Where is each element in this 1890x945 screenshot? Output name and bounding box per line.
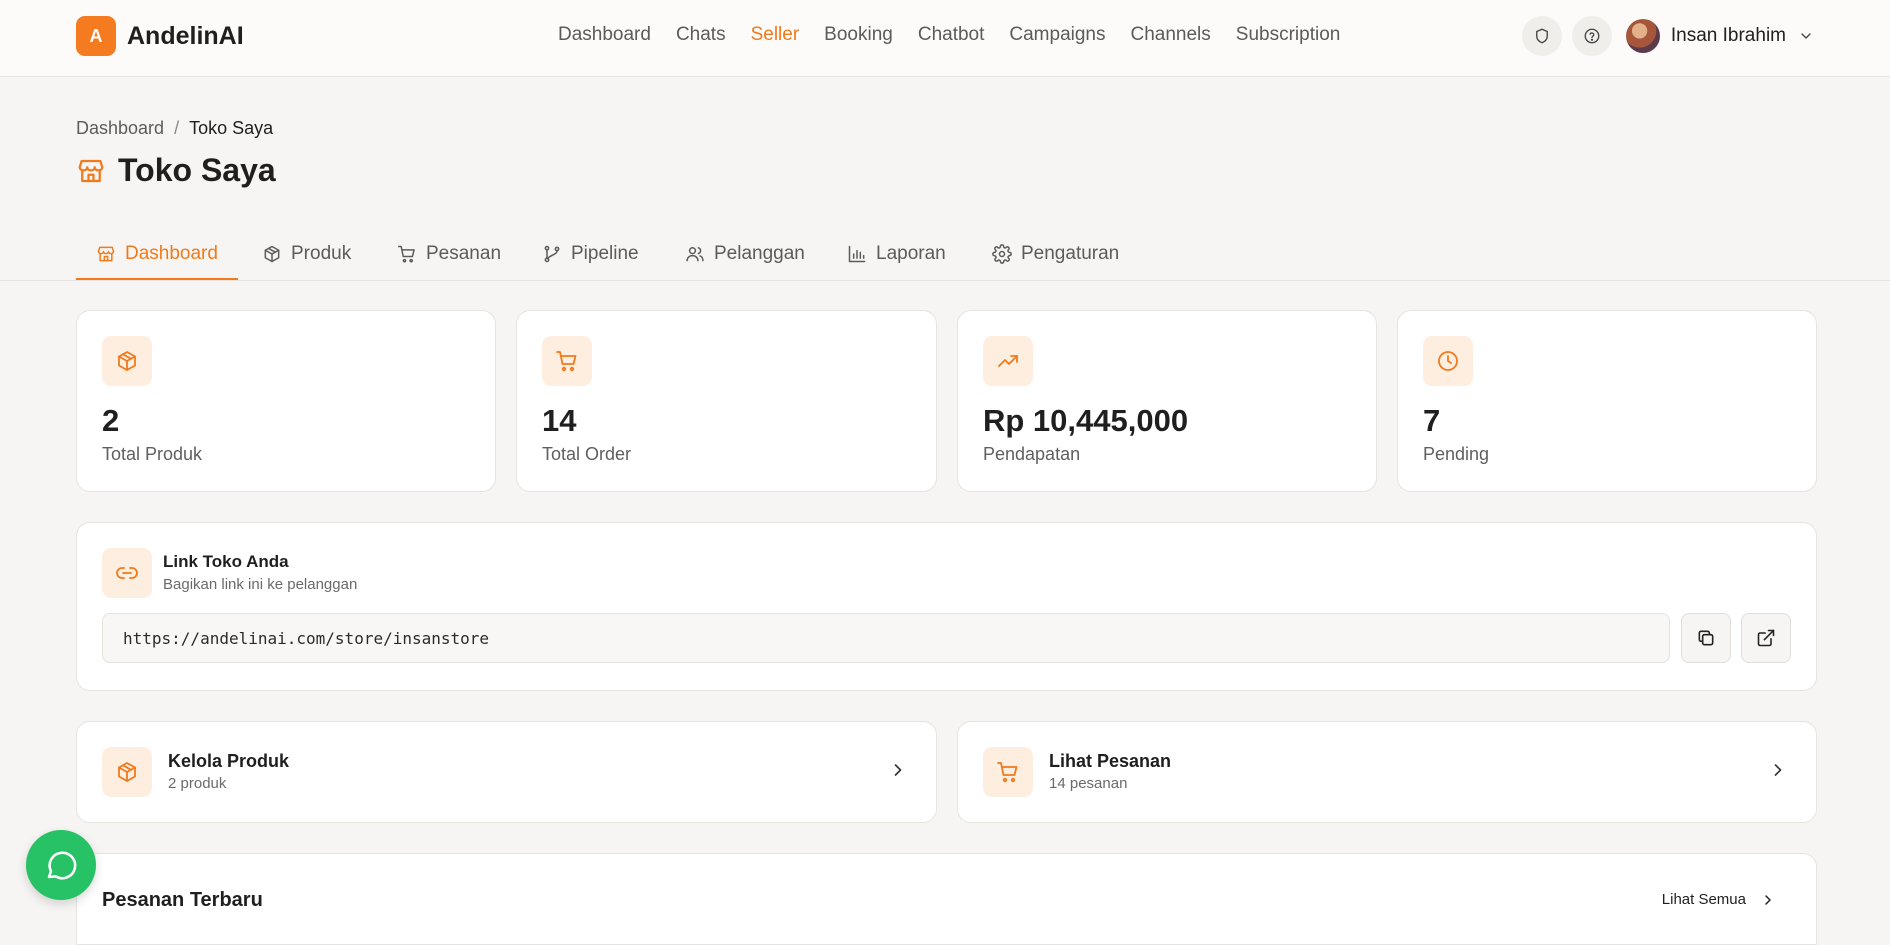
breadcrumb-current: Toko Saya <box>189 118 274 138</box>
stat-value: 7 <box>1423 403 1441 438</box>
tab-produk[interactable]: Produk <box>242 230 371 278</box>
view-all-link[interactable]: Lihat Semua <box>1662 891 1776 908</box>
store-url-field[interactable]: https://andelinai.com/store/insanstore <box>102 613 1670 663</box>
nav-booking[interactable]: Booking <box>824 24 893 46</box>
stat-card-total-produk: 2 Total Produk <box>76 310 496 492</box>
stat-label: Total Order <box>542 444 632 464</box>
top-navbar: A AndelinAI Dashboard Chats Seller Booki… <box>0 0 1890 77</box>
store-icon <box>97 246 115 262</box>
nav-seller[interactable]: Seller <box>751 24 800 46</box>
tab-pipeline[interactable]: Pipeline <box>522 230 659 278</box>
recent-orders-card: Pesanan Terbaru Lihat Semua <box>76 853 1817 945</box>
copy-link-button[interactable] <box>1681 613 1731 663</box>
tab-pelanggan[interactable]: Pelanggan <box>665 230 825 278</box>
git-branch-icon <box>544 245 560 263</box>
seller-tabs: Dashboard Produk Pesanan Pipeline Pelang… <box>0 230 1890 281</box>
chevron-down-icon[interactable] <box>1798 28 1814 44</box>
action-subtitle: 2 produk <box>168 775 227 792</box>
nav-campaigns[interactable]: Campaigns <box>1009 24 1105 46</box>
action-title: Lihat Pesanan <box>1049 751 1172 771</box>
breadcrumb-parent[interactable]: Dashboard <box>76 118 164 138</box>
stat-label: Total Produk <box>102 444 203 464</box>
shield-button[interactable] <box>1521 16 1562 56</box>
stat-label: Pendapatan <box>983 444 1081 464</box>
view-orders-card[interactable]: Lihat Pesanan 14 pesanan <box>957 721 1817 823</box>
stat-card-total-order: 14 Total Order <box>516 310 937 492</box>
action-icon-tile <box>102 747 152 797</box>
nav-channels[interactable]: Channels <box>1131 24 1211 46</box>
shield-icon <box>1535 28 1548 44</box>
chevron-right-icon <box>888 760 908 780</box>
chat-bubble-icon <box>47 851 77 880</box>
chevron-right-icon <box>1765 894 1771 905</box>
action-icon-tile <box>983 747 1033 797</box>
nav-chats[interactable]: Chats <box>676 24 726 46</box>
tab-label: Laporan <box>876 243 946 264</box>
app-logo[interactable]: A AndelinAI <box>76 16 244 56</box>
help-button[interactable] <box>1571 16 1612 56</box>
chevron-right-icon <box>1768 760 1788 780</box>
store-link-subtitle: Bagikan link ini ke pelanggan <box>163 576 358 593</box>
link-icon <box>116 567 138 579</box>
package-icon <box>118 351 136 371</box>
cart-icon <box>397 245 415 263</box>
store-link-card: Link Toko Anda Bagikan link ini ke pelan… <box>76 522 1817 691</box>
logo-mark: A <box>76 16 116 56</box>
stat-value: 2 <box>102 403 120 438</box>
stat-icon-tile <box>542 336 592 386</box>
nav-dashboard[interactable]: Dashboard <box>558 24 651 46</box>
help-icon <box>1584 28 1600 44</box>
user-area: Insan Ibrahim <box>1512 16 1814 56</box>
nav-chatbot[interactable]: Chatbot <box>918 24 985 46</box>
stat-card-pendapatan: Rp 10,445,000 Pendapatan <box>957 310 1377 492</box>
stat-value: 14 <box>542 403 577 438</box>
stat-icon-tile <box>983 336 1033 386</box>
gear-icon <box>992 244 1012 264</box>
breadcrumb-separator: / <box>174 118 180 138</box>
copy-icon <box>1698 630 1714 646</box>
bar-chart-icon <box>848 245 866 263</box>
stat-value: Rp 10,445,000 <box>983 403 1189 438</box>
tab-label: Pesanan <box>426 243 502 264</box>
action-subtitle: 14 pesanan <box>1049 775 1128 792</box>
tab-label: Pipeline <box>571 243 639 264</box>
tab-label: Pengaturan <box>1021 243 1120 264</box>
tab-label: Pelanggan <box>714 243 805 264</box>
stat-card-pending: 7 Pending <box>1397 310 1817 492</box>
app-name: AndelinAI <box>127 21 244 50</box>
tab-label: Dashboard <box>125 243 218 264</box>
external-link-icon <box>1757 629 1775 647</box>
users-icon <box>686 247 704 262</box>
tab-pesanan[interactable]: Pesanan <box>377 230 521 278</box>
cart-icon <box>997 762 1018 783</box>
tab-dashboard[interactable]: Dashboard <box>76 230 238 280</box>
manage-products-card[interactable]: Kelola Produk 2 produk <box>76 721 937 823</box>
link-icon-tile <box>102 548 152 598</box>
store-link-title: Link Toko Anda <box>163 552 289 571</box>
whatsapp-chat-button[interactable] <box>26 830 96 900</box>
tab-label: Produk <box>291 243 352 264</box>
page-title-text: Toko Saya <box>118 152 276 188</box>
cart-icon <box>556 351 577 372</box>
page-title: Toko Saya <box>76 152 276 189</box>
stat-label: Pending <box>1423 444 1490 464</box>
clock-icon <box>1438 351 1458 371</box>
recent-orders-title: Pesanan Terbaru <box>102 889 263 911</box>
main-nav: Dashboard Chats Seller Booking Chatbot C… <box>558 24 1340 46</box>
open-link-button[interactable] <box>1741 613 1791 663</box>
store-icon <box>78 159 104 182</box>
stat-icon-tile <box>1423 336 1473 386</box>
trending-up-icon <box>998 355 1018 367</box>
tab-laporan[interactable]: Laporan <box>827 230 966 278</box>
view-all-label: Lihat Semua <box>1661 891 1746 908</box>
action-title: Kelola Produk <box>168 751 290 771</box>
breadcrumb: Dashboard / Toko Saya <box>76 118 273 139</box>
stat-icon-tile <box>102 336 152 386</box>
user-name[interactable]: Insan Ibrahim <box>1671 25 1786 47</box>
tab-pengaturan[interactable]: Pengaturan <box>972 230 1139 278</box>
nav-subscription[interactable]: Subscription <box>1236 24 1341 46</box>
package-icon <box>118 762 136 782</box>
package-icon <box>264 245 280 263</box>
avatar[interactable] <box>1625 19 1660 53</box>
